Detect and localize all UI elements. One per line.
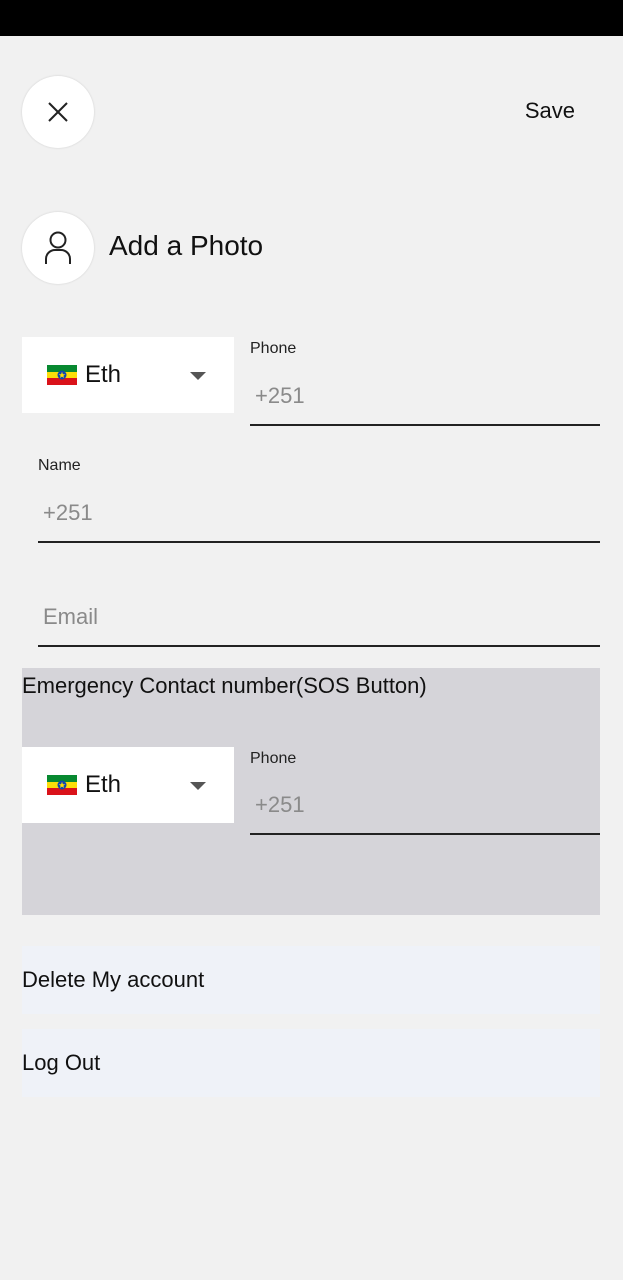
country-code-label: Eth [85,361,122,388]
ethiopia-flag-icon [47,365,77,385]
chevron-down-icon [190,782,206,790]
add-photo-button[interactable] [22,212,94,284]
add-photo-label[interactable]: Add a Photo [109,230,263,262]
emergency-phone-label: Phone [250,750,297,767]
log-out-button[interactable]: Log Out [22,1029,600,1097]
name-input[interactable] [38,485,600,543]
user-icon [45,231,71,264]
name-label: Name [38,457,81,474]
country-code-select[interactable]: Eth [22,337,234,413]
emergency-country-code-label: Eth [85,771,122,798]
save-button[interactable]: Save [525,98,575,124]
status-bar [0,0,623,36]
delete-account-button[interactable]: Delete My account [22,946,600,1014]
phone-input[interactable] [250,368,600,426]
emergency-phone-input[interactable] [250,777,600,835]
chevron-down-icon [190,372,206,380]
emergency-contact-title: Emergency Contact number(SOS Button) [22,673,427,698]
phone-label: Phone [250,340,297,357]
email-input[interactable] [38,588,600,647]
close-icon [48,102,68,122]
close-button[interactable] [22,76,94,148]
delete-account-label: Delete My account [22,967,205,992]
emergency-country-code-select[interactable]: Eth [22,747,234,823]
ethiopia-flag-icon [47,775,77,795]
log-out-label: Log Out [22,1050,101,1075]
